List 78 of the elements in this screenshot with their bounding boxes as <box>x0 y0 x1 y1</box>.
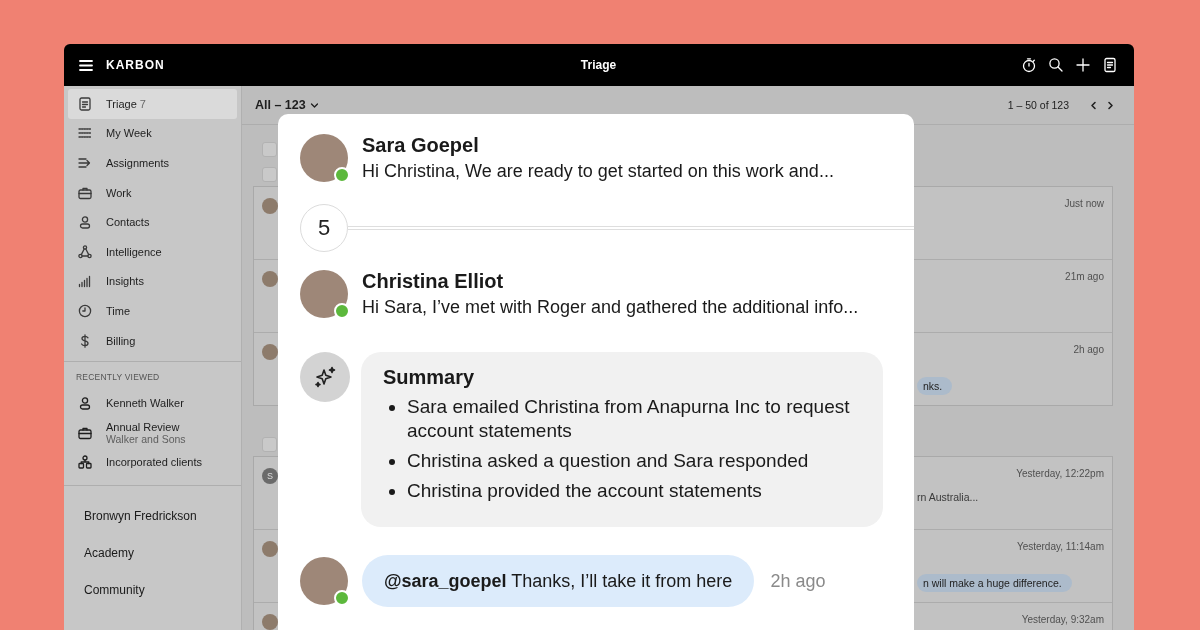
recent-item[interactable]: Incorporated clients <box>68 447 237 478</box>
timestamp: 2h ago <box>770 570 826 592</box>
nav-item[interactable]: Assignments <box>68 148 237 178</box>
avatar-photo <box>262 271 278 287</box>
org-chart-icon <box>78 455 92 470</box>
bullet-dot <box>389 459 395 465</box>
nav-item[interactable]: Intelligence <box>68 236 237 267</box>
menu-button[interactable] <box>79 58 93 72</box>
message-preview: Hi Christina, We are ready to get started on this work and... <box>362 160 834 183</box>
summary-point: Sara emailed Christina from Anapurna Inc to request account statements <box>407 395 851 443</box>
checkbox[interactable] <box>262 142 277 157</box>
summary-point: Christina provided the account statements <box>407 479 762 503</box>
timestamp: Yesterday, 9:32am <box>1021 614 1104 625</box>
reply-bubble: @sara_goepel Thanks, I’ll take it from here <box>362 555 755 607</box>
brand-logo[interactable]: KARBON <box>106 58 165 72</box>
timestamp: Just now <box>1064 198 1104 209</box>
filter-dropdown[interactable]: All – 123 <box>255 98 319 112</box>
network-icon <box>78 244 92 259</box>
sidebar-link[interactable]: Bronwyn Fredrickson <box>84 498 241 536</box>
add-button[interactable] <box>1075 57 1091 73</box>
briefcase-icon <box>78 425 92 440</box>
timestamp: Yesterday, 11:14am <box>1016 541 1104 552</box>
summary-point: Christina asked a question and Sara responded <box>407 449 809 473</box>
document-icon <box>78 96 92 111</box>
search-button[interactable] <box>1048 57 1064 73</box>
notes-button[interactable] <box>1102 57 1118 73</box>
stopwatch-icon <box>1021 57 1037 73</box>
sidebar-link[interactable]: Academy <box>84 535 241 573</box>
nav-item[interactable]: Triage 7 <box>68 89 237 119</box>
bar-chart-icon <box>78 274 92 289</box>
message-preview: Hi Sara, I’ve met with Roger and gathered the additional info... <box>362 296 859 319</box>
arrow-lines-icon <box>78 156 92 170</box>
message-bubble: nks. <box>917 377 953 395</box>
nav-item[interactable]: Contacts <box>68 207 237 237</box>
timestamp: Yesterday, 12:22pm <box>1016 468 1104 479</box>
document-icon <box>1102 57 1118 73</box>
avatar-photo <box>262 614 278 630</box>
search-icon <box>1048 57 1064 73</box>
chevron-down-icon <box>309 100 319 110</box>
nav-item[interactable]: Insights <box>68 266 237 297</box>
person-icon <box>78 215 92 230</box>
nav-item[interactable]: Billing <box>68 325 237 356</box>
recent-item[interactable]: Kenneth Walker <box>68 388 237 418</box>
avatar-photo <box>262 344 278 360</box>
nav-item[interactable]: Work <box>68 177 237 208</box>
menu-icon <box>79 58 93 72</box>
timestamp: 2h ago <box>1073 344 1104 355</box>
clock-icon <box>78 303 92 318</box>
plus-icon <box>1075 57 1091 73</box>
bullet-dot <box>389 489 395 495</box>
timer-button[interactable] <box>1021 57 1037 73</box>
person-icon <box>78 396 92 411</box>
sparkle-icon <box>300 352 350 402</box>
chevron-right-icon <box>1106 100 1115 110</box>
recent-item[interactable]: Annual Review Walker and Sons <box>68 417 237 448</box>
avatar: S <box>262 468 278 484</box>
timestamp: 21m ago <box>1065 271 1104 282</box>
lines-icon <box>78 126 92 141</box>
sidebar-link[interactable]: Community <box>84 572 241 610</box>
sender-name: Sara Goepel <box>362 133 480 158</box>
nav-item[interactable]: Time <box>68 296 237 326</box>
avatar-photo <box>262 198 278 214</box>
page-range: 1 – 50 of 123 <box>1007 99 1069 111</box>
sender-name: Christina Elliot <box>362 269 505 294</box>
bullet-dot <box>389 405 395 411</box>
message-preview: rn Australia... <box>917 491 980 503</box>
checkbox[interactable] <box>262 437 277 452</box>
checkbox[interactable] <box>262 167 277 182</box>
avatar-photo <box>262 541 278 557</box>
nav-item[interactable]: My Week <box>68 118 237 149</box>
summary-title: Summary <box>383 366 476 389</box>
message-bubble: n will make a huge difference. <box>917 574 1072 592</box>
page-title: Triage <box>580 58 617 72</box>
section-heading: RECENTLY VIEWED <box>75 372 161 383</box>
hidden-messages-count[interactable]: 5 <box>300 204 348 252</box>
dollar-icon <box>78 333 92 348</box>
chevron-left-icon <box>1089 100 1098 110</box>
briefcase-icon <box>78 185 92 200</box>
